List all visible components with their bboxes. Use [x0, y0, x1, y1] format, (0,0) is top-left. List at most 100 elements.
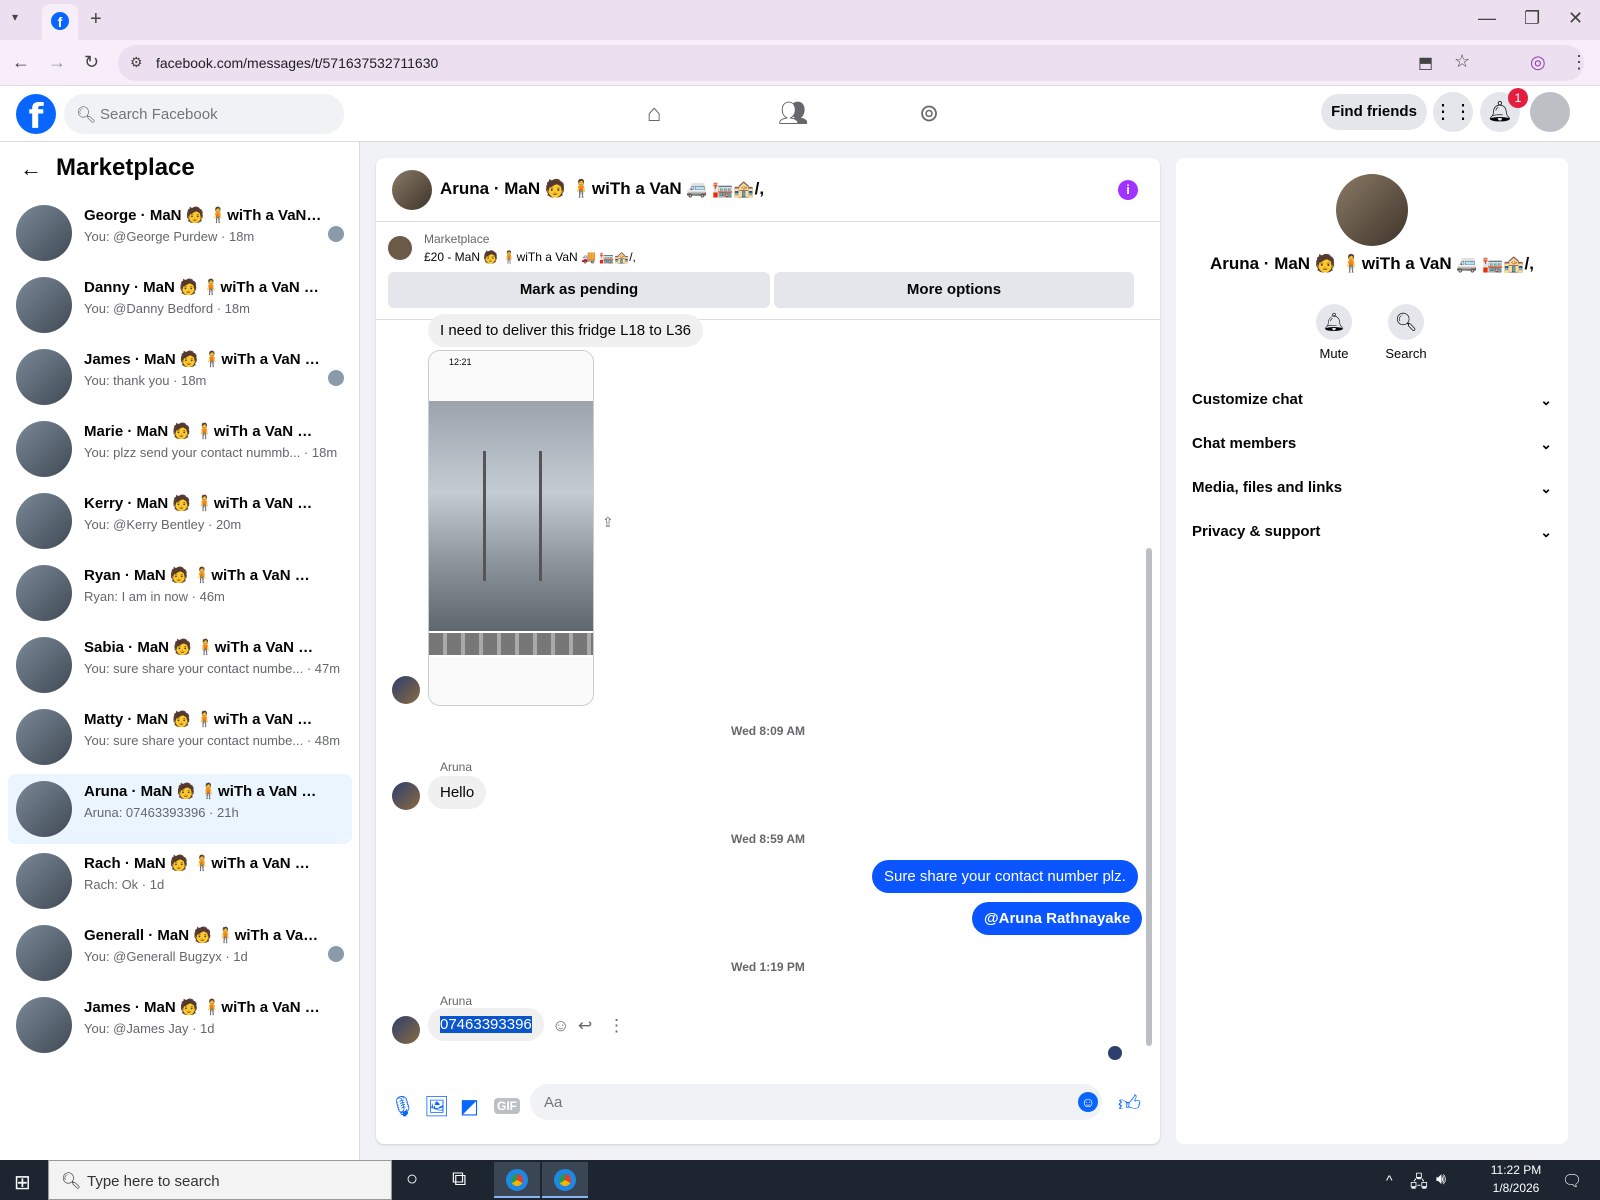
- clock-date[interactable]: 1/8/2026: [1486, 1181, 1546, 1195]
- close-window-icon[interactable]: ✕: [1568, 8, 1583, 29]
- avatar: [16, 277, 72, 333]
- selected-phone-text[interactable]: 07463393396: [440, 1016, 532, 1033]
- taskbar-chrome-app[interactable]: [542, 1162, 588, 1198]
- reply-icon[interactable]: ↩: [578, 1016, 592, 1036]
- conversation-item[interactable]: James · MaN 🧑 🧍wiTh a VaN 🚐 🏣🏤/, You: th…: [8, 342, 352, 412]
- home-icon[interactable]: ⌂: [636, 96, 672, 132]
- message-bubble[interactable]: I need to deliver this fridge L18 to L36: [428, 314, 704, 347]
- minimize-icon[interactable]: —: [1478, 8, 1496, 29]
- forward-icon[interactable]: →: [48, 52, 66, 73]
- conversation-item[interactable]: Matty · MaN 🧑 🧍wiTh a VaN 🚐 🏣🏤/, You: su…: [8, 702, 352, 772]
- conversation-item[interactable]: Danny · MaN 🧑 🧍wiTh a VaN 🚐 🏣🏤/, You: @D…: [8, 270, 352, 340]
- info-icon[interactable]: i: [1118, 180, 1138, 200]
- conversation-name: Ryan · MaN 🧑 🧍wiTh a VaN 🚐 🏣🏤/,: [84, 567, 324, 584]
- browser-address-bar: ← → ↻ ⚙ facebook.com/messages/t/57163753…: [0, 40, 1600, 86]
- more-options-button[interactable]: More options: [774, 272, 1134, 308]
- avatar[interactable]: [392, 170, 432, 210]
- sticker-icon[interactable]: ◩: [460, 1094, 479, 1119]
- conversation-info-panel: Aruna · MaN 🧑 🧍wiTh a VaN 🚐 🏣🏤/, 🔔︎ Mute…: [1176, 158, 1568, 1144]
- account-avatar[interactable]: [1530, 92, 1570, 132]
- sidebar-title: Marketplace: [56, 154, 195, 181]
- gif-icon[interactable]: GIF: [494, 1098, 520, 1114]
- network-icon[interactable]: 🖧︎: [1410, 1171, 1428, 1198]
- microphone-icon[interactable]: 🎙︎: [390, 1094, 415, 1119]
- avatar: [16, 421, 72, 477]
- find-friends-button[interactable]: Find friends: [1321, 94, 1427, 130]
- url-field[interactable]: ⚙ facebook.com/messages/t/57163753271163…: [118, 45, 1584, 81]
- conversation-item[interactable]: Kerry · MaN 🧑 🧍wiTh a VaN 🚐 🏣🏤/, You: @K…: [8, 486, 352, 556]
- site-info-icon[interactable]: ⚙: [130, 54, 143, 71]
- react-emoji-icon[interactable]: ☺: [552, 1016, 569, 1036]
- message-photo[interactable]: 12:21: [428, 350, 594, 706]
- back-icon[interactable]: ←: [12, 52, 30, 73]
- cortana-icon[interactable]: ○: [406, 1168, 418, 1191]
- avatar[interactable]: [1336, 174, 1408, 246]
- avatar: [16, 565, 72, 621]
- back-arrow-icon[interactable]: ←: [20, 156, 42, 182]
- menu-grid-icon[interactable]: ⋮⋮: [1433, 92, 1473, 132]
- mark-as-pending-button[interactable]: Mark as pending: [388, 272, 770, 308]
- listing-title[interactable]: £20 - MaN 🧑 🧍wiTh a VaN 🚚 🏣🏤/,: [424, 250, 636, 264]
- search-conversation-button[interactable]: 🔍︎ Search: [1370, 304, 1442, 361]
- reload-icon[interactable]: ↻: [84, 52, 99, 73]
- bookmark-star-icon[interactable]: ☆: [1454, 51, 1470, 72]
- conversation-item[interactable]: Rach · MaN 🧑 🧍wiTh a VaN 🚐 🏣🏤/, Rach: Ok…: [8, 846, 352, 916]
- volume-icon[interactable]: 🔊︎: [1436, 1171, 1446, 1189]
- outgoing-message-bubble[interactable]: Sure share your contact number plz.: [872, 860, 1138, 893]
- more-actions-icon[interactable]: ⋮: [608, 1016, 625, 1036]
- chat-title[interactable]: Aruna · MaN 🧑 🧍wiTh a VaN 🚐 🏣🏤/,: [440, 179, 764, 199]
- install-app-icon[interactable]: ⬒: [1418, 53, 1433, 73]
- share-icon[interactable]: ⇪: [602, 514, 614, 531]
- conversation-item[interactable]: Ryan · MaN 🧑 🧍wiTh a VaN 🚐 🏣🏤/, Ryan: I …: [8, 558, 352, 628]
- notification-center-icon[interactable]: 🗨︎: [1562, 1171, 1582, 1191]
- taskbar-chrome-app[interactable]: [494, 1162, 540, 1198]
- message-bubble[interactable]: Hello: [428, 776, 487, 809]
- thumbs-up-icon[interactable]: 👍︎: [1118, 1090, 1141, 1117]
- conversation-item[interactable]: Generall · MaN 🧑 🧍wiTh a VaN 🚐 🏣🏤/, You:…: [8, 918, 352, 988]
- taskbar-search[interactable]: 🔍︎ Type here to search: [48, 1160, 392, 1200]
- message-list: I need to deliver this fridge L18 to L36…: [376, 314, 1160, 1068]
- message-scrollbar[interactable]: [1146, 548, 1152, 1046]
- section-chat-members[interactable]: Chat members ⌄: [1192, 424, 1552, 464]
- timestamp: Wed 1:19 PM: [731, 960, 805, 974]
- conversation-snippet: You: @James Jay · 1d: [84, 1021, 215, 1036]
- avatar: [16, 349, 72, 405]
- read-receipt-avatar: [328, 370, 344, 386]
- conversation-item[interactable]: George · MaN 🧑 🧍wiTh a VaN 🚐 🏣🏤/, You: @…: [8, 198, 352, 268]
- friends-icon[interactable]: 👥︎: [775, 96, 811, 132]
- search-input[interactable]: [100, 94, 330, 134]
- phone-number-message[interactable]: 07463393396: [428, 1008, 544, 1041]
- message-input[interactable]: [530, 1084, 1102, 1120]
- emoji-icon[interactable]: ☺: [1078, 1092, 1098, 1112]
- outgoing-mention-bubble[interactable]: @Aruna Rathnayake: [972, 902, 1143, 935]
- avatar: [392, 1016, 420, 1044]
- conversation-item[interactable]: James · MaN 🧑 🧍wiTh a VaN 🚐 🏣🏤/, You: @J…: [8, 990, 352, 1060]
- facebook-search[interactable]: 🔍︎: [64, 94, 344, 134]
- windows-taskbar: ⊞ 🔍︎ Type here to search ○ ⧉ ^ 🖧︎ 🔊︎ 11:…: [0, 1160, 1600, 1200]
- hidden-icons-chevron-icon[interactable]: ^: [1386, 1172, 1393, 1188]
- task-view-icon[interactable]: ⧉: [452, 1168, 466, 1191]
- restore-icon[interactable]: ❐: [1524, 8, 1540, 29]
- section-privacy-support[interactable]: Privacy & support ⌄: [1192, 512, 1552, 552]
- section-customize-chat[interactable]: Customize chat ⌄: [1192, 380, 1552, 420]
- mute-button[interactable]: 🔔︎ Mute: [1298, 304, 1370, 361]
- tab-list-icon[interactable]: ▾: [12, 10, 18, 24]
- windows-start-icon[interactable]: ⊞: [14, 1170, 31, 1195]
- conversation-item[interactable]: Marie · MaN 🧑 🧍wiTh a VaN 🚐 🏣🏤/, You: pl…: [8, 414, 352, 484]
- conversation-snippet: Aruna: 07463393396 · 21h: [84, 805, 239, 820]
- new-tab-icon[interactable]: +: [90, 8, 102, 31]
- conversation-snippet: You: @Generall Bugzyx · 1d: [84, 949, 248, 964]
- facebook-logo[interactable]: f: [16, 94, 56, 137]
- avatar: [392, 676, 420, 704]
- chat-window: Aruna · MaN 🧑 🧍wiTh a VaN 🚐 🏣🏤/, i Marke…: [376, 158, 1160, 1144]
- profile-icon[interactable]: ◎: [1530, 52, 1546, 73]
- attach-photo-icon[interactable]: 🖼︎: [424, 1094, 449, 1119]
- browser-menu-icon[interactable]: ⋮: [1570, 52, 1588, 73]
- conversation-item[interactable]: Sabia · MaN 🧑 🧍wiTh a VaN 🚐 🏣🏤/, You: su…: [8, 630, 352, 700]
- conversation-item-active[interactable]: Aruna · MaN 🧑 🧍wiTh a VaN 🚐 🏣🏤/, Aruna: …: [8, 774, 352, 844]
- groups-icon[interactable]: ⊚: [911, 96, 947, 132]
- clock-time[interactable]: 11:22 PM: [1486, 1163, 1546, 1177]
- section-media-files-links[interactable]: Media, files and links ⌄: [1192, 468, 1552, 508]
- browser-tab-facebook[interactable]: f: [42, 4, 78, 40]
- search-icon: 🔍︎: [1388, 304, 1424, 340]
